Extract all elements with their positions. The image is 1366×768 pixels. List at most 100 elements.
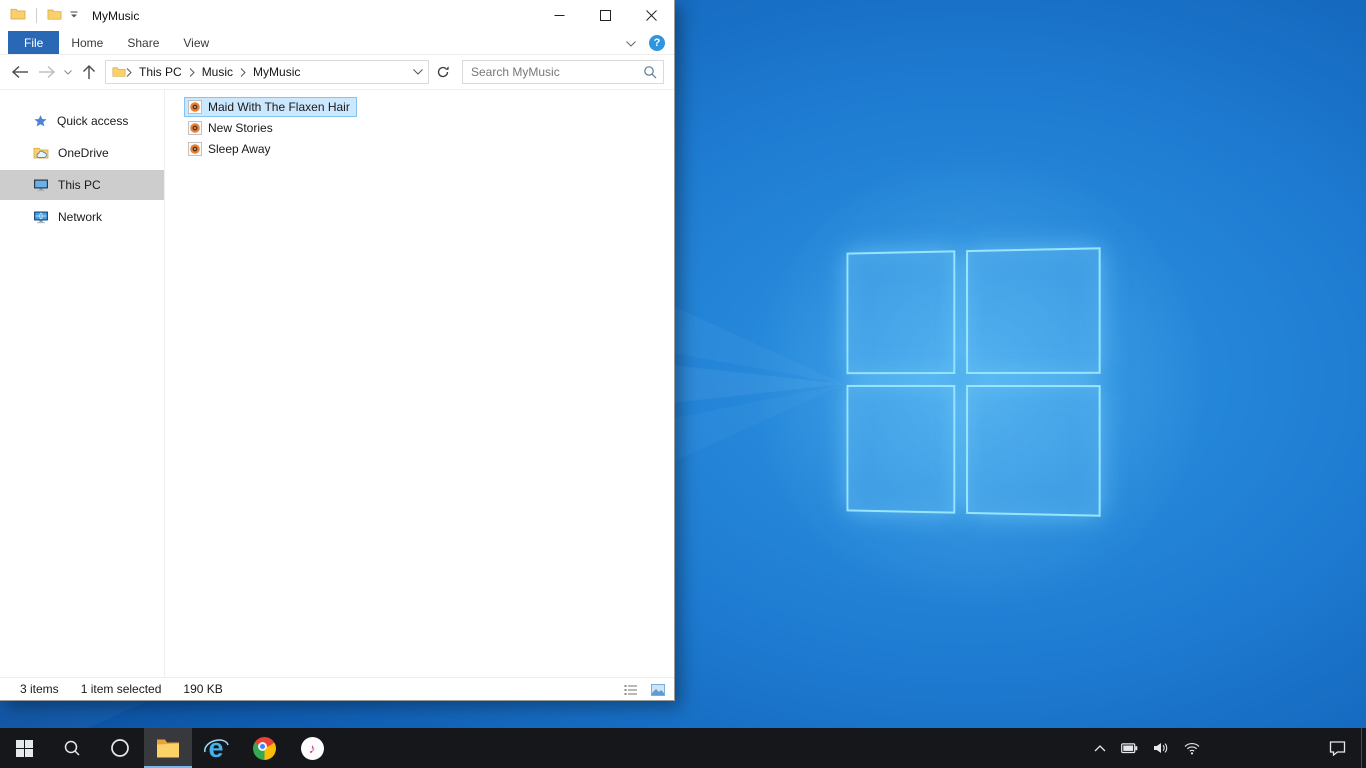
- windows-logo-pane: [846, 384, 956, 514]
- system-tray: [1092, 728, 1202, 768]
- battery-status-button[interactable]: [1119, 739, 1140, 758]
- recent-chevron-icon: [63, 69, 72, 75]
- close-button[interactable]: [628, 0, 674, 31]
- chevron-down-icon: [413, 69, 423, 75]
- details-view-icon: [624, 684, 637, 695]
- window-title: MyMusic: [92, 8, 140, 23]
- ribbon-expand-button[interactable]: [626, 36, 636, 50]
- sidebar-item-label: Network: [58, 210, 103, 224]
- status-selection: 1 item selected: [80, 682, 162, 696]
- file-row[interactable]: Maid With The Flaxen Hair: [184, 97, 357, 117]
- refresh-icon: [437, 66, 449, 78]
- close-icon: [645, 10, 657, 21]
- chrome-center-dot: [257, 741, 267, 751]
- recent-locations-button[interactable]: [60, 59, 75, 86]
- breadcrumb-music[interactable]: Music: [195, 65, 240, 79]
- taskbar-chrome-button[interactable]: [240, 728, 288, 768]
- back-icon: [11, 65, 28, 79]
- address-dropdown-button[interactable]: [408, 69, 428, 75]
- view-toggles: [620, 678, 669, 701]
- file-explorer-icon: [157, 739, 179, 757]
- tab-home[interactable]: Home: [59, 31, 115, 54]
- explorer-window: MyMusic File Home Share View ? This PC M…: [0, 0, 675, 701]
- help-button[interactable]: ?: [649, 35, 665, 51]
- action-center-icon: [1329, 741, 1345, 756]
- action-center-button[interactable]: [1316, 728, 1358, 768]
- tab-share[interactable]: Share: [115, 31, 171, 54]
- tray-chevron-up-button[interactable]: [1092, 740, 1108, 756]
- start-button[interactable]: [0, 728, 48, 768]
- address-bar: This PC Music MyMusic: [0, 55, 674, 90]
- sidebar-item-onedrive[interactable]: OneDrive: [0, 138, 164, 168]
- tab-view[interactable]: View: [171, 31, 221, 54]
- taskbar: e ♪: [0, 728, 1366, 768]
- show-desktop-button[interactable]: [1361, 728, 1366, 768]
- file-list: Maid With The Flaxen Hair New Stories Sl…: [165, 90, 674, 677]
- sidebar-item-network[interactable]: Network: [0, 202, 164, 232]
- chrome-icon: [252, 736, 276, 760]
- taskbar-file-explorer-button[interactable]: [144, 728, 192, 768]
- taskbar-search-button[interactable]: [48, 728, 96, 768]
- ribbon-tabs: File Home Share View ?: [0, 31, 674, 55]
- wifi-icon: [1184, 742, 1200, 754]
- taskbar-internet-explorer-button[interactable]: e: [192, 728, 240, 768]
- tab-file[interactable]: File: [8, 31, 60, 54]
- sidebar-item-this-pc[interactable]: This PC: [0, 170, 164, 200]
- battery-icon: [1121, 742, 1138, 753]
- navigation-pane: Quick access OneDrive This PC Network: [0, 90, 165, 677]
- toolbar-separator: [36, 8, 37, 23]
- up-button[interactable]: [75, 59, 102, 86]
- cortana-button[interactable]: [96, 728, 144, 768]
- volume-icon: [1154, 743, 1168, 753]
- windows-logo: [757, 146, 1200, 618]
- titlebar[interactable]: MyMusic: [0, 0, 674, 31]
- music-file-icon: [188, 142, 202, 156]
- taskbar-itunes-button[interactable]: ♪: [288, 728, 336, 768]
- network-button[interactable]: [1182, 738, 1202, 759]
- caption-buttons: [536, 0, 674, 31]
- quick-access-toolbar: [0, 6, 79, 25]
- address-box[interactable]: This PC Music MyMusic: [105, 60, 429, 84]
- search-icon: [64, 740, 80, 756]
- thumbnail-view-icon: [651, 683, 665, 696]
- details-view-button[interactable]: [620, 680, 642, 699]
- file-name: Maid With The Flaxen Hair: [208, 100, 350, 114]
- cortana-icon: [111, 739, 129, 757]
- search-input[interactable]: [471, 65, 643, 79]
- status-items-count: 3 items: [20, 682, 59, 696]
- qat-customize-button[interactable]: [69, 9, 79, 23]
- folder-icon: [47, 9, 62, 20]
- file-row[interactable]: New Stories: [184, 118, 280, 138]
- windows-start-icon: [15, 739, 33, 757]
- onedrive-folder-icon: [33, 147, 49, 159]
- file-row[interactable]: Sleep Away: [184, 139, 278, 159]
- file-name: Sleep Away: [208, 142, 271, 156]
- breadcrumb-this-pc[interactable]: This PC: [132, 65, 189, 79]
- sidebar-item-label: This PC: [58, 178, 101, 192]
- breadcrumb-mymusic[interactable]: MyMusic: [246, 65, 307, 79]
- music-file-icon: [188, 100, 202, 114]
- forward-button[interactable]: [33, 59, 60, 86]
- qat-folder-icon[interactable]: [47, 7, 62, 25]
- window-body: Quick access OneDrive This PC Network Ma…: [0, 90, 674, 677]
- window-folder-icon[interactable]: [10, 6, 26, 25]
- windows-logo-panes: [846, 247, 1101, 517]
- status-size: 190 KB: [183, 682, 223, 696]
- minimize-icon: [554, 15, 564, 16]
- maximize-button[interactable]: [582, 0, 628, 31]
- back-button[interactable]: [6, 59, 33, 86]
- search-icon: [644, 66, 657, 79]
- chevron-down-icon: [626, 41, 636, 47]
- thumbnail-view-button[interactable]: [647, 680, 669, 699]
- minimize-button[interactable]: [536, 0, 582, 31]
- volume-button[interactable]: [1151, 738, 1171, 758]
- refresh-button[interactable]: [429, 60, 456, 84]
- up-icon: [82, 65, 95, 79]
- chevron-up-icon: [1094, 745, 1106, 752]
- file-name: New Stories: [208, 121, 273, 135]
- forward-icon: [38, 65, 55, 79]
- search-box: [462, 60, 664, 84]
- status-bar: 3 items 1 item selected 190 KB: [0, 677, 674, 700]
- windows-logo-pane: [966, 247, 1101, 375]
- sidebar-item-quick-access[interactable]: Quick access: [0, 106, 164, 136]
